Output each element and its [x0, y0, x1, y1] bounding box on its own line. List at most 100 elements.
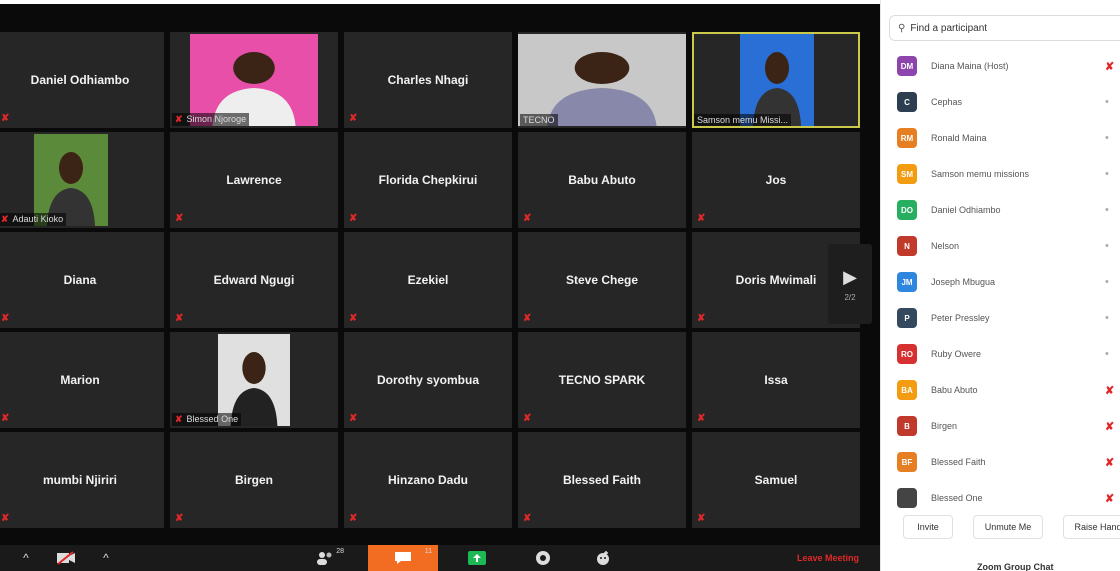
next-page-arrow-icon: ▶ [843, 266, 857, 287]
participants-button[interactable]: 28 [300, 545, 350, 571]
mic-muted-icon: ✘ [1, 113, 10, 124]
participant-video-name: Blessed One [186, 414, 239, 424]
mic-muted-icon[interactable]: ✘ [1105, 384, 1114, 397]
invite-button[interactable]: Invite [903, 515, 953, 539]
participant-name: Diana Maina (Host) [931, 61, 1009, 71]
participant-tile[interactable]: Diana ✘ [0, 232, 164, 328]
raise-hand-button[interactable]: Raise Hand [1063, 515, 1120, 539]
mic-muted-icon[interactable]: ✘ [1105, 456, 1114, 469]
participant-tile-name: Hinzano Dadu [388, 473, 468, 487]
mic-icon[interactable]: • [1105, 132, 1109, 144]
chat-button[interactable]: 11 [368, 545, 438, 571]
participant-list-item[interactable]: DM Diana Maina (Host) ✘ [881, 48, 1120, 84]
participant-list-item[interactable]: DO Daniel Odhiambo • [881, 192, 1120, 228]
participant-list-item[interactable]: SM Samson memu missions • [881, 156, 1120, 192]
participant-tile[interactable]: Babu Abuto ✘ [518, 132, 686, 228]
participant-tile[interactable]: Samson memu Missi... [692, 32, 860, 128]
participant-list-item[interactable]: JM Joseph Mbugua • [881, 264, 1120, 300]
participant-tile[interactable]: Blessed Faith ✘ [518, 432, 686, 528]
avatar: RM [897, 128, 917, 148]
participant-list-item[interactable]: N Nelson • [881, 228, 1120, 264]
participant-tile[interactable]: Lawrence ✘ [170, 132, 338, 228]
gallery-view: Daniel Odhiambo ✘ ✘ Simon Njoroge Charles Nh… [0, 0, 880, 545]
mic-muted-icon: ✘ [1, 413, 10, 424]
participant-tile[interactable]: TECNO [518, 32, 686, 128]
mic-icon[interactable]: • [1105, 312, 1109, 324]
mic-muted-icon: ✘ [349, 413, 358, 424]
participant-tile-name: Babu Abuto [568, 173, 636, 187]
participant-list-item[interactable]: C Cephas • [881, 84, 1120, 120]
participant-name: Blessed One [931, 493, 983, 503]
participant-list-item[interactable]: Blessed One ✘ [881, 480, 1120, 516]
participant-tile[interactable]: ✘ Blessed One [170, 332, 338, 428]
participant-tile[interactable]: Birgen ✘ [170, 432, 338, 528]
participant-tile-name: Blessed Faith [562, 473, 642, 487]
participant-tile[interactable]: Florida Chepkirui ✘ [344, 132, 512, 228]
participant-tile[interactable]: Edward Ngugi ✘ [170, 232, 338, 328]
participant-list-item[interactable]: RO Ruby Owere • [881, 336, 1120, 372]
next-page-button[interactable]: ▶ 2/2 [828, 244, 872, 324]
reactions-button[interactable] [588, 545, 618, 571]
search-icon: ⚲ [898, 22, 906, 34]
mic-muted-icon: ✘ [523, 213, 532, 224]
participant-tile[interactable]: Samuel ✘ [692, 432, 860, 528]
participant-name: Nelson [931, 241, 960, 251]
unmute-me-button[interactable]: Unmute Me [973, 515, 1043, 539]
avatar: DM [897, 56, 917, 76]
mic-muted-icon: ✘ [349, 513, 358, 524]
leave-meeting-button[interactable]: Leave Meeting [780, 545, 876, 571]
participant-tile-name: Ezekiel [407, 273, 449, 287]
mic-icon[interactable]: • [1105, 276, 1109, 288]
participant-name: Blessed Faith [931, 457, 986, 467]
participant-tile[interactable]: Dorothy syombua ✘ [344, 332, 512, 428]
participant-tile[interactable]: Jos ✘ [692, 132, 860, 228]
participants-count: 28 [336, 548, 344, 555]
share-screen-button[interactable] [462, 545, 492, 571]
participant-list-item[interactable]: BA Babu Abuto ✘ [881, 372, 1120, 408]
avatar: SM [897, 164, 917, 184]
participant-tile[interactable]: ✘ Adauti Kioko [0, 132, 164, 228]
avatar: P [897, 308, 917, 328]
participant-tile[interactable]: Hinzano Dadu ✘ [344, 432, 512, 528]
mic-icon[interactable]: • [1105, 168, 1109, 180]
mic-muted-icon[interactable]: ✘ [1105, 420, 1114, 433]
mic-muted-icon: ✘ [175, 313, 184, 324]
participant-tile-name: Doris Mwimali [735, 273, 817, 287]
video-off-icon[interactable] [52, 545, 80, 571]
participant-list-item[interactable]: B Birgen ✘ [881, 408, 1120, 444]
participant-list-item[interactable]: BF Blessed Faith ✘ [881, 444, 1120, 480]
mic-icon[interactable]: • [1105, 96, 1109, 108]
record-button[interactable] [528, 545, 558, 571]
mic-icon[interactable]: • [1105, 348, 1109, 360]
participant-tile[interactable]: Steve Chege ✘ [518, 232, 686, 328]
participant-tile[interactable]: Issa ✘ [692, 332, 860, 428]
avatar: BA [897, 380, 917, 400]
participant-tile-name: Issa [764, 373, 788, 387]
record-icon [536, 551, 550, 565]
mic-icon[interactable]: • [1105, 204, 1109, 216]
mic-muted-icon[interactable]: ✘ [1105, 492, 1114, 505]
mic-muted-icon[interactable]: ✘ [1105, 60, 1114, 73]
participant-tile[interactable]: Ezekiel ✘ [344, 232, 512, 328]
participant-tile[interactable]: Marion ✘ [0, 332, 164, 428]
participant-list-item[interactable]: RM Ronald Maina • [881, 120, 1120, 156]
participant-name: Cephas [931, 97, 963, 107]
participant-tile[interactable]: ✘ Simon Njoroge [170, 32, 338, 128]
participant-tile-name: mumbi Njiriri [42, 473, 117, 487]
participant-search-input[interactable]: ⚲ Find a participant [889, 15, 1120, 41]
participant-tile[interactable]: mumbi Njiriri ✘ [0, 432, 164, 528]
participant-tile-name: Florida Chepkirui [378, 173, 478, 187]
participant-list-item[interactable]: P Peter Pressley • [881, 300, 1120, 336]
video-options-caret-icon[interactable]: ^ [96, 545, 116, 571]
participant-tile[interactable]: Charles Nhagi ✘ [344, 32, 512, 128]
audio-options-caret-icon[interactable]: ^ [16, 545, 36, 571]
avatar: B [897, 416, 917, 436]
mic-muted-icon: ✘ [697, 513, 706, 524]
participant-tile[interactable]: Daniel Odhiambo ✘ [0, 32, 164, 128]
search-placeholder: Find a participant [910, 22, 988, 34]
participant-video [518, 34, 686, 126]
mic-icon[interactable]: • [1105, 240, 1109, 252]
participant-video-name: Simon Njoroge [186, 114, 247, 124]
participant-name: Joseph Mbugua [931, 277, 996, 287]
participant-tile[interactable]: TECNO SPARK ✘ [518, 332, 686, 428]
